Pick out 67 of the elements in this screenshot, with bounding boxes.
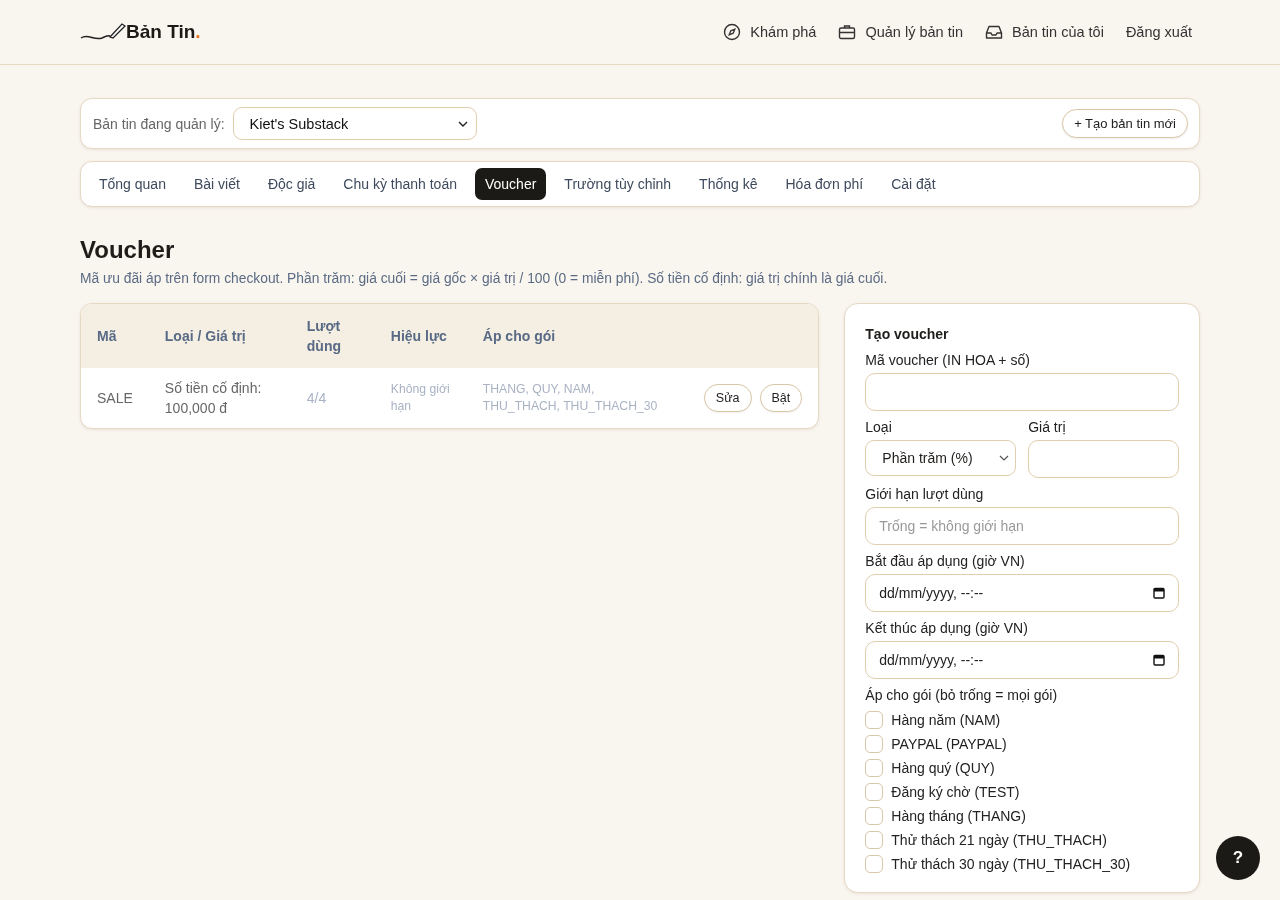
checkbox-label: Thử thách 21 ngày (THU_THACH) bbox=[891, 832, 1107, 848]
input-field[interactable]: Trống = không giới hạn bbox=[865, 507, 1179, 545]
column-header: Mã bbox=[81, 304, 149, 368]
checkbox-label: PAYPAL (PAYPAL) bbox=[891, 736, 1007, 752]
tab[interactable]: Chu kỳ thanh toán bbox=[333, 168, 467, 200]
table-cell: Số tiền cố định: 100,000 đ bbox=[148, 368, 291, 428]
date-time-field[interactable]: dd/mm/yyyy, --:-- bbox=[865, 574, 1179, 612]
tab[interactable]: Tổng quan bbox=[89, 168, 176, 200]
tab[interactable]: Bài viết bbox=[183, 168, 250, 200]
checkbox-label: Hàng tháng (THANG) bbox=[891, 808, 1026, 824]
selector-label: Bản tin đang quản lý: bbox=[93, 115, 225, 132]
checkbox-label: Hàng quý (QUY) bbox=[891, 760, 995, 776]
checkbox[interactable] bbox=[865, 807, 884, 825]
create-newsletter-button[interactable]: + Tạo bản tin mới bbox=[1062, 109, 1188, 138]
field-label: Kết thúc áp dụng (giờ VN) bbox=[865, 620, 1029, 636]
input-field[interactable] bbox=[865, 373, 1179, 411]
form-title: Tạo voucher bbox=[865, 326, 950, 342]
table-cell: THANG, QUY, NAM, THU_THACH, THU_THACH_30 bbox=[466, 368, 688, 428]
column-header: Loại / Giá trị bbox=[148, 304, 291, 368]
compass-icon bbox=[723, 23, 742, 41]
checkbox[interactable] bbox=[865, 735, 884, 753]
field-label: Áp cho gói (bỏ trống = mọi gói) bbox=[865, 687, 1059, 703]
nav-link[interactable]: Đăng xuất bbox=[1125, 23, 1192, 41]
calendar-icon bbox=[1153, 654, 1165, 666]
input-field[interactable] bbox=[1028, 440, 1179, 478]
field-label: Bắt đầu áp dụng (giờ VN) bbox=[865, 553, 1026, 569]
checkbox[interactable] bbox=[865, 711, 884, 729]
calendar-icon bbox=[1153, 587, 1165, 599]
field-label: Mã voucher (IN HOA + số) bbox=[865, 352, 1031, 368]
caret-icon bbox=[457, 120, 468, 127]
type-select[interactable]: Phần trăm (%) bbox=[865, 440, 1017, 476]
date-time-field[interactable]: dd/mm/yyyy, --:-- bbox=[865, 641, 1179, 679]
tab[interactable]: Voucher bbox=[475, 168, 547, 200]
newsletter-select[interactable]: Kiet's Substack bbox=[232, 107, 477, 140]
tab[interactable]: Thống kê bbox=[689, 168, 768, 200]
table-cell: Không giới hạn bbox=[374, 368, 467, 428]
checkbox[interactable] bbox=[865, 855, 884, 873]
tab[interactable]: Trường tùy chỉnh bbox=[554, 168, 682, 200]
row-action-button[interactable]: Sửa bbox=[703, 384, 752, 412]
checkbox[interactable] bbox=[865, 759, 884, 777]
checkbox[interactable] bbox=[865, 831, 884, 849]
nav-link[interactable]: Bản tin của tôi bbox=[985, 23, 1104, 41]
nav-link[interactable]: Quản lý bản tin bbox=[838, 23, 963, 41]
table-cell: 4/4 bbox=[290, 368, 375, 428]
field-label: Giới hạn lượt dùng bbox=[865, 486, 985, 502]
page-description: Mã ưu đãi áp trên form checkout. Phần trăm: giá cuối = giá gốc × giá trị / 100 (0 = miễn phí). Số tiền cố định: giá trị chính là giá cuối. bbox=[80, 271, 889, 286]
tab[interactable]: Độc giả bbox=[257, 168, 326, 200]
nav-link[interactable]: Khám phá bbox=[723, 23, 817, 41]
column-header: Hiệu lực bbox=[374, 304, 467, 368]
page-title: Voucher bbox=[80, 236, 176, 264]
brand-name[interactable]: Bản Tin. bbox=[126, 21, 201, 43]
caret-icon bbox=[999, 455, 1010, 461]
field-label: Giá trị bbox=[1028, 419, 1067, 435]
checkbox-label: Đăng ký chờ (TEST) bbox=[891, 784, 1020, 800]
briefcase-icon bbox=[838, 23, 857, 41]
tab[interactable]: Cài đặt bbox=[881, 168, 946, 200]
column-header: Áp cho gói bbox=[466, 304, 688, 368]
checkbox-label: Thử thách 30 ngày (THU_THACH_30) bbox=[891, 856, 1131, 872]
row-action-button[interactable]: Bật bbox=[759, 384, 803, 412]
field-label: Loại bbox=[865, 419, 893, 435]
column-header: Lượt dùng bbox=[290, 304, 375, 368]
checkbox[interactable] bbox=[865, 783, 884, 801]
tab[interactable]: Hóa đơn phí bbox=[775, 168, 874, 200]
table-cell: SALE bbox=[81, 368, 149, 428]
inbox-icon bbox=[985, 23, 1003, 41]
checkbox-label: Hàng năm (NAM) bbox=[891, 712, 1001, 728]
help-button[interactable]: ? bbox=[1216, 836, 1260, 880]
